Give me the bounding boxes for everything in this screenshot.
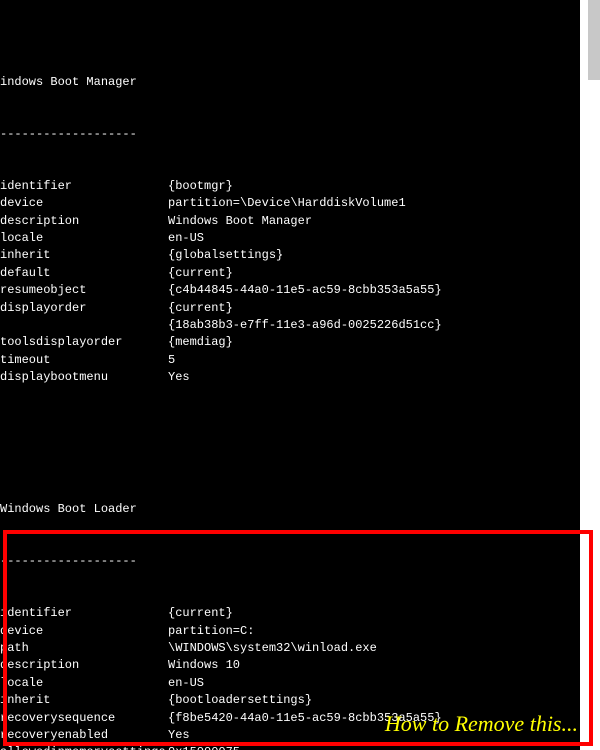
kv-row: {18ab38b3-e7ff-11e3-a96d-0025226d51cc} bbox=[0, 317, 572, 334]
kv-row: timeout5 bbox=[0, 352, 572, 369]
kv-row: resumeobject{c4b44845-44a0-11e5-ac59-8cb… bbox=[0, 282, 572, 299]
kv-row: devicepartition=C: bbox=[0, 623, 572, 640]
kv-key: description bbox=[0, 213, 168, 230]
kv-value: Windows 10 bbox=[168, 657, 572, 674]
kv-key: path bbox=[0, 640, 168, 657]
kv-key: recoveryenabled bbox=[0, 727, 168, 744]
kv-value: {18ab38b3-e7ff-11e3-a96d-0025226d51cc} bbox=[168, 317, 572, 334]
boot-manager-section: indows Boot Manager ------------------- … bbox=[0, 39, 572, 422]
section-dashes: ------------------- bbox=[0, 553, 572, 570]
kv-key: identifier bbox=[0, 178, 168, 195]
kv-row: inherit{globalsettings} bbox=[0, 247, 572, 264]
kv-value: {memdiag} bbox=[168, 334, 572, 351]
section-dashes: ------------------- bbox=[0, 126, 572, 143]
kv-value: \WINDOWS\system32\winload.exe bbox=[168, 640, 572, 657]
kv-value: en-US bbox=[168, 675, 572, 692]
scrollbar[interactable] bbox=[588, 0, 600, 80]
kv-key: locale bbox=[0, 230, 168, 247]
kv-value: 5 bbox=[168, 352, 572, 369]
kv-key: inherit bbox=[0, 692, 168, 709]
kv-value: {globalsettings} bbox=[168, 247, 572, 264]
kv-row: descriptionWindows 10 bbox=[0, 657, 572, 674]
kv-row: path\WINDOWS\system32\winload.exe bbox=[0, 640, 572, 657]
kv-key: resumeobject bbox=[0, 282, 168, 299]
kv-value: {bootloadersettings} bbox=[168, 692, 572, 709]
terminal-output: indows Boot Manager ------------------- … bbox=[0, 0, 580, 750]
kv-key: recoverysequence bbox=[0, 710, 168, 727]
kv-value: Yes bbox=[168, 369, 572, 386]
kv-key: allowedinmemorysettings bbox=[0, 744, 168, 750]
kv-value: en-US bbox=[168, 230, 572, 247]
kv-row: localeen-US bbox=[0, 675, 572, 692]
kv-row: identifier{current} bbox=[0, 605, 572, 622]
kv-key: description bbox=[0, 657, 168, 674]
kv-value: {bootmgr} bbox=[168, 178, 572, 195]
kv-value: partition=\Device\HarddiskVolume1 bbox=[168, 195, 572, 212]
kv-row: descriptionWindows Boot Manager bbox=[0, 213, 572, 230]
kv-row: identifier{bootmgr} bbox=[0, 178, 572, 195]
kv-key: identifier bbox=[0, 605, 168, 622]
kv-key: toolsdisplayorder bbox=[0, 334, 168, 351]
kv-key: inherit bbox=[0, 247, 168, 264]
kv-value: {c4b44845-44a0-11e5-ac59-8cbb353a5a55} bbox=[168, 282, 572, 299]
kv-row: toolsdisplayorder{memdiag} bbox=[0, 334, 572, 351]
kv-row: default{current} bbox=[0, 265, 572, 282]
kv-key: device bbox=[0, 195, 168, 212]
kv-key: device bbox=[0, 623, 168, 640]
annotation-text: How to Remove this... bbox=[385, 708, 578, 740]
section-header: Windows Boot Loader bbox=[0, 501, 572, 518]
kv-key: timeout bbox=[0, 352, 168, 369]
section-rows: identifier{bootmgr}devicepartition=\Devi… bbox=[0, 178, 572, 387]
kv-key: displayorder bbox=[0, 300, 168, 317]
kv-key: displaybootmenu bbox=[0, 369, 168, 386]
kv-key: locale bbox=[0, 675, 168, 692]
kv-value: Windows Boot Manager bbox=[168, 213, 572, 230]
kv-key: default bbox=[0, 265, 168, 282]
kv-key bbox=[0, 317, 168, 334]
kv-row: inherit{bootloadersettings} bbox=[0, 692, 572, 709]
kv-row: allowedinmemorysettings0x15000075 bbox=[0, 744, 572, 750]
section-header: indows Boot Manager bbox=[0, 74, 572, 91]
kv-value: {current} bbox=[168, 300, 572, 317]
kv-value: partition=C: bbox=[168, 623, 572, 640]
kv-value: {current} bbox=[168, 605, 572, 622]
kv-row: displayorder{current} bbox=[0, 300, 572, 317]
kv-value: 0x15000075 bbox=[168, 744, 572, 750]
kv-value: {current} bbox=[168, 265, 572, 282]
kv-row: displaybootmenuYes bbox=[0, 369, 572, 386]
kv-row: localeen-US bbox=[0, 230, 572, 247]
kv-row: devicepartition=\Device\HarddiskVolume1 bbox=[0, 195, 572, 212]
